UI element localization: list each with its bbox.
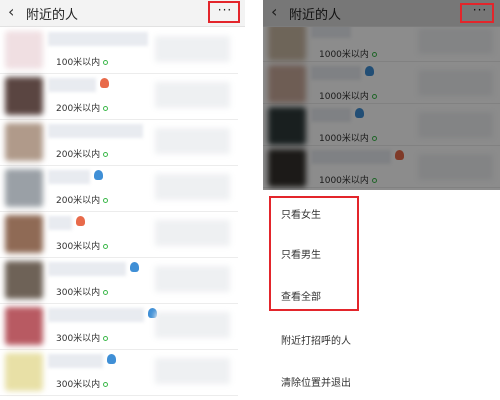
list-item[interactable]: 200米以内 xyxy=(0,166,238,212)
dim-overlay xyxy=(263,0,500,190)
back-icon[interactable]: ‹ xyxy=(8,3,14,21)
distance-label: 300米以内 xyxy=(56,239,109,252)
blurred-signature xyxy=(155,358,230,384)
avatar xyxy=(5,261,43,299)
online-dot-icon xyxy=(103,382,109,387)
menu-item-clear-location[interactable]: 清除位置并退出 xyxy=(281,374,351,389)
avatar xyxy=(5,31,43,69)
page-title: 附近的人 xyxy=(26,8,79,23)
blurred-signature xyxy=(155,266,230,292)
distance-label: 200米以内 xyxy=(56,101,109,114)
list-item[interactable]: 200米以内 xyxy=(0,120,238,166)
list-item[interactable]: 300米以内 xyxy=(0,350,238,396)
avatar xyxy=(5,215,43,253)
list-item[interactable]: 200米以内 xyxy=(0,74,238,120)
online-dot-icon xyxy=(103,106,109,111)
avatar xyxy=(5,77,43,115)
blurred-username xyxy=(48,308,144,322)
blurred-signature xyxy=(155,174,230,200)
male-icon xyxy=(130,262,139,272)
blurred-signature xyxy=(155,312,230,338)
online-dot-icon xyxy=(103,152,109,157)
nearby-people-screen-right: 1000米以内 1000米以内 1000米以内 1000米以内 ‹ 附近的人 ··· … xyxy=(263,0,500,400)
male-icon xyxy=(107,354,116,364)
blurred-username xyxy=(48,32,148,46)
list-item[interactable]: 300米以内 xyxy=(0,212,238,258)
online-dot-icon xyxy=(103,290,109,295)
avatar xyxy=(5,123,43,161)
blurred-signature xyxy=(155,36,230,62)
blurred-username xyxy=(48,78,96,92)
blurred-signature xyxy=(155,82,230,108)
blurred-signature xyxy=(155,128,230,154)
blurred-username xyxy=(48,216,72,230)
distance-label: 200米以内 xyxy=(56,193,109,206)
list-item[interactable]: 300米以内 xyxy=(0,304,238,350)
online-dot-icon xyxy=(103,336,109,341)
nearby-people-screen-left: ‹ 附近的人 ··· 100米以内 200米以内 200米以内 200米以内 300米以… xyxy=(0,0,245,400)
more-options-highlight xyxy=(208,1,240,23)
distance-label: 200米以内 xyxy=(56,147,109,160)
filter-menu: 只看女生 只看男生 查看全部 附近打招呼的人 清除位置并退出 xyxy=(263,190,500,400)
online-dot-icon xyxy=(103,198,109,203)
avatar xyxy=(5,307,43,345)
blurred-username xyxy=(48,124,143,138)
list-item[interactable]: 100米以内 xyxy=(0,28,238,74)
male-icon xyxy=(94,170,103,180)
distance-label: 100米以内 xyxy=(56,55,109,68)
online-dot-icon xyxy=(103,244,109,249)
avatar xyxy=(5,353,43,391)
blurred-username xyxy=(48,170,90,184)
female-icon xyxy=(76,216,85,226)
blurred-username xyxy=(48,262,126,276)
distance-label: 300米以内 xyxy=(56,285,109,298)
distance-label: 300米以内 xyxy=(56,377,109,390)
list-item[interactable]: 300米以内 xyxy=(0,258,238,304)
blurred-username xyxy=(48,354,103,368)
more-options-highlight xyxy=(460,3,494,23)
menu-item-greeted-people[interactable]: 附近打招呼的人 xyxy=(281,332,351,347)
filter-options-highlight xyxy=(269,196,359,311)
avatar xyxy=(5,169,43,207)
online-dot-icon xyxy=(103,60,109,65)
blurred-signature xyxy=(155,220,230,246)
distance-label: 300米以内 xyxy=(56,331,109,344)
female-icon xyxy=(100,78,109,88)
